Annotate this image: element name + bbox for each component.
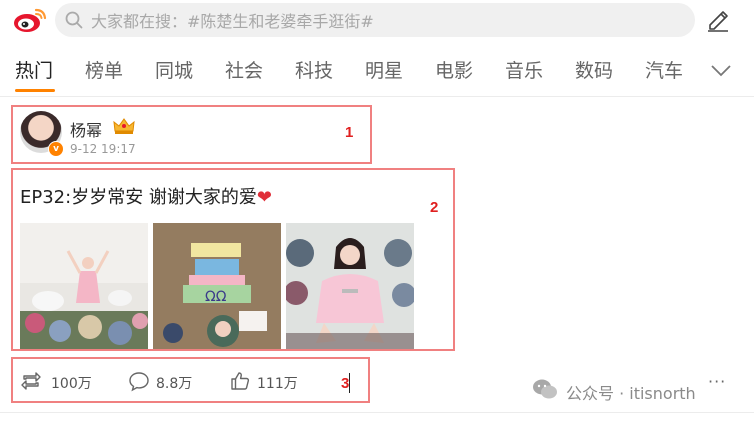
- divider: [0, 96, 754, 97]
- tab-society[interactable]: 社会: [225, 56, 263, 83]
- comment-count: 8.8万: [156, 376, 193, 392]
- like-button[interactable]: 111万: [229, 370, 309, 392]
- tab-local[interactable]: 同城: [155, 56, 193, 83]
- post-text-content: EP32:岁岁常安 谢谢大家的爱: [20, 187, 257, 208]
- search-input[interactable]: [89, 3, 683, 39]
- post-text: EP32:岁岁常安 谢谢大家的爱❤: [20, 183, 272, 209]
- repost-button[interactable]: 100万: [20, 370, 100, 392]
- text-cursor: [349, 373, 350, 393]
- photo-balloons-flowers: [20, 223, 148, 349]
- photo-pink-sweater-flowers: [286, 223, 414, 349]
- heart-emoji-icon: ❤: [256, 187, 273, 208]
- username[interactable]: 杨幂: [70, 117, 102, 141]
- annotation-number-2: 2: [430, 199, 439, 216]
- thumbs-up-icon: [231, 372, 250, 390]
- svg-text:ΩΩ: ΩΩ: [205, 289, 227, 305]
- post-timestamp: 9-12 19:17: [70, 142, 136, 156]
- tab-hot[interactable]: 热门: [15, 56, 53, 83]
- annotation-number-1: 1: [345, 124, 354, 141]
- photo-birthday-cake-art: ΩΩ: [153, 223, 281, 349]
- repost-icon: [21, 372, 41, 390]
- crown-badge-icon[interactable]: [112, 116, 136, 136]
- tab-digital[interactable]: 数码: [575, 56, 613, 83]
- repost-count: 100万: [51, 376, 92, 392]
- post-image-3[interactable]: [286, 223, 414, 349]
- tab-celebrity[interactable]: 明星: [365, 56, 403, 83]
- tab-movie[interactable]: 电影: [435, 56, 473, 83]
- tab-music[interactable]: 音乐: [505, 56, 543, 83]
- annotation-box-1: [11, 105, 372, 164]
- search-icon: [65, 11, 83, 29]
- wechat-icon: [533, 379, 557, 399]
- divider: [0, 412, 754, 413]
- watermark-text: 公众号 · itisnorth: [566, 384, 696, 403]
- tab-auto[interactable]: 汽车: [645, 56, 683, 83]
- top-bar: [0, 0, 754, 40]
- tab-tech[interactable]: 科技: [295, 56, 333, 83]
- weibo-logo-icon[interactable]: [12, 6, 48, 34]
- chevron-down-icon[interactable]: [708, 60, 734, 80]
- edit-pencil-icon[interactable]: [704, 5, 732, 33]
- tab-ranking[interactable]: 榜单: [85, 56, 123, 83]
- category-tabs: 热门 榜单 同城 社会 科技 明星 电影 音乐 数码 汽车: [0, 52, 754, 92]
- more-options-icon[interactable]: ···: [708, 372, 726, 391]
- active-tab-indicator: [15, 89, 55, 92]
- search-bar[interactable]: [55, 3, 695, 39]
- like-count: 111万: [257, 376, 298, 392]
- verified-badge-icon: v: [48, 141, 64, 157]
- comment-icon: [129, 372, 149, 392]
- comment-button[interactable]: 8.8万: [128, 370, 208, 392]
- post-image-2[interactable]: ΩΩ: [153, 223, 281, 349]
- post-image-1[interactable]: [20, 223, 148, 349]
